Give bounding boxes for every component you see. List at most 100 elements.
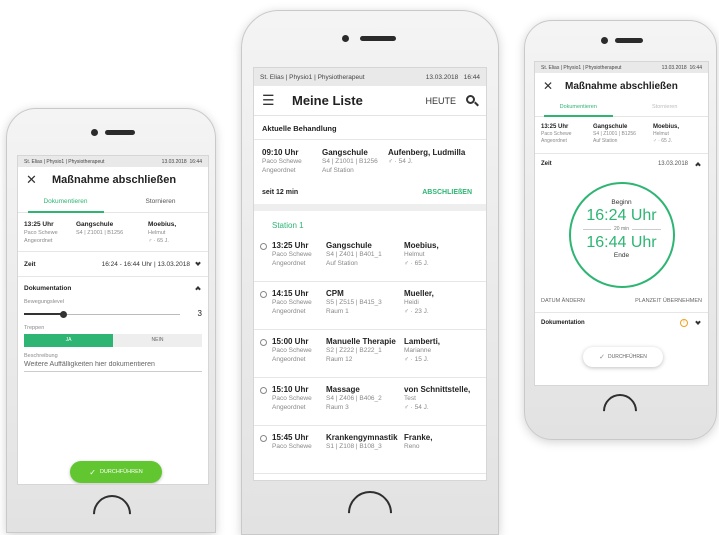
room-code: S4 | Z406 | B406_2 — [326, 395, 382, 402]
page-title: Maßnahme abschließen — [52, 174, 177, 186]
order-status: Angeordnet — [24, 238, 53, 244]
patient-first-name: Marianne — [404, 347, 432, 354]
begin-time[interactable]: 16:24 Uhr — [571, 206, 673, 225]
search-icon[interactable] — [466, 94, 479, 107]
documentation-header[interactable]: Dokumentation — [18, 277, 208, 299]
slider-thumb[interactable] — [60, 311, 67, 318]
home-button[interactable] — [595, 386, 645, 436]
time-actions: DATUM ÄNDERN PLANZEIT ÜBERNEHMEN — [535, 288, 708, 312]
order-status: Angeordnet — [272, 356, 306, 363]
order-status: Angeordnet — [262, 167, 296, 174]
documentation-header[interactable]: Dokumentation ! — [535, 313, 708, 333]
end-time[interactable]: 16:44 Uhr — [571, 233, 673, 252]
today-button[interactable]: HEUTE — [425, 96, 456, 106]
treatment-list: 13:25 Uhr Paco Schewe Angeordnet Gangschule… — [254, 234, 486, 474]
status-org: St. Elias | Physio1 | Physiotherapeut — [260, 73, 365, 81]
tab-dokumentieren[interactable]: Dokumentieren — [535, 99, 622, 117]
list-item[interactable]: 15:10 Uhr Paco Schewe Angeordnet Massage S4 … — [254, 378, 486, 426]
chevron-up-icon[interactable] — [695, 162, 701, 168]
slider-value: 3 — [197, 309, 202, 318]
chevron-down-icon[interactable] — [695, 319, 701, 325]
menu-icon[interactable]: ☰ — [262, 92, 292, 109]
duration-label: 20 min — [614, 226, 630, 232]
finish-button[interactable]: ABSCHLIEßEN — [422, 189, 472, 196]
current-treatment-card[interactable]: 09:10 Uhr Paco Schewe Angeordnet Gangsch… — [254, 140, 486, 175]
perform-button[interactable]: ✓ DURCHFÜHREN — [583, 347, 663, 367]
patient-age: ♂ · 65 J. — [653, 138, 673, 144]
patient-name: Moebius, — [404, 241, 439, 250]
visit-icon — [260, 387, 267, 394]
appointment-time: 13:25 Uhr — [541, 124, 569, 130]
movement-slider[interactable]: 3 — [24, 305, 202, 323]
room-code: S4 | Z1001 | B1256 — [593, 131, 636, 137]
close-icon[interactable]: ✕ — [26, 172, 46, 188]
app-bar: ✕ Maßnahme abschließen — [535, 73, 708, 99]
tab-stornieren[interactable]: Stornieren — [113, 193, 208, 212]
take-plan-time-button[interactable]: PLANZEIT ÜBERNEHMEN — [635, 298, 702, 304]
order-status: Angeordnet — [272, 404, 306, 411]
home-button[interactable] — [85, 487, 139, 535]
appointment-summary: 13:25 Uhr Paco Schewe Angeordnet Gangsch… — [535, 117, 708, 153]
change-date-button[interactable]: DATUM ÄNDERN — [541, 298, 585, 304]
visit-icon — [260, 339, 267, 346]
visit-icon — [260, 243, 267, 250]
status-bar: St. Elias | Physio1 | Physiotherapeut 13… — [18, 156, 208, 167]
treatment-name: Gangschule — [76, 221, 114, 228]
status-time: 16:44 — [189, 158, 202, 165]
status-bar: St. Elias | Physio1 | Physiotherapeut 13… — [254, 68, 486, 86]
tab-stornieren[interactable]: Stornieren — [622, 99, 709, 116]
chevron-up-icon[interactable] — [195, 286, 201, 292]
time-dial[interactable]: Beginn 16:24 Uhr 20 min 16:44 Uhr Ende — [568, 182, 675, 288]
patient-age: ♂ · 54 J. — [404, 404, 429, 411]
list-item[interactable]: 14:15 Uhr Paco Schewe Angeordnet CPM S5 | Z5… — [254, 282, 486, 330]
list-item[interactable]: 15:45 Uhr Paco Schewe Krankengymnastik S1 |… — [254, 426, 486, 474]
patient-age: ♂ · 65 J. — [404, 260, 429, 267]
room-code: S4 | Z401 | B401_1 — [326, 251, 382, 258]
therapist-name: Paco Schewe — [272, 299, 312, 306]
treatment-name: Gangschule — [326, 241, 372, 250]
chevron-down-icon[interactable] — [195, 260, 201, 266]
treatment-name: Gangschule — [593, 124, 628, 130]
begin-label: Beginn — [611, 199, 632, 206]
patient-name: von Schnittstelle, — [404, 385, 471, 394]
speaker-grille — [105, 130, 135, 135]
right-screen: St. Elias | Physio1 | Physiotherapeut 13… — [534, 61, 709, 386]
status-time: 16:44 — [689, 64, 702, 71]
time-row[interactable]: Zeit 13.03.2018 — [535, 154, 708, 174]
room-code: S4 | Z1001 | B1256 — [76, 230, 124, 236]
documentation-label: Dokumentation — [541, 320, 585, 326]
station-header: Station 1 — [272, 221, 304, 230]
list-item[interactable]: 15:00 Uhr Paco Schewe Angeordnet Manuelle T… — [254, 330, 486, 378]
order-status: Angeordnet — [272, 260, 306, 267]
stairs-no-option[interactable]: NEIN — [113, 334, 202, 347]
status-org: St. Elias | Physio1 | Physiotherapeut — [24, 158, 105, 165]
status-date: 13.03.2018 — [425, 73, 459, 81]
appointment-summary: 13:25 Uhr Paco Schewe Angeordnet Gangsch… — [18, 213, 208, 251]
room-code: S4 | Z1001 | B1256 — [322, 158, 378, 165]
description-label: Beschreibung — [24, 353, 58, 359]
description-field[interactable]: Weitere Auffälligkeiten hier dokumentier… — [24, 361, 202, 372]
status-date: 13.03.2018 — [661, 64, 687, 71]
perform-button[interactable]: ✓ DURCHFÜHREN — [70, 461, 162, 483]
stairs-yes-option[interactable]: JA — [24, 334, 113, 347]
order-status: Angeordnet — [541, 138, 567, 144]
current-treatment-actions: seit 12 min ABSCHLIEßEN — [254, 175, 486, 204]
section-separator — [254, 204, 486, 211]
front-camera — [601, 37, 608, 44]
patient-age: ♂ · 54 J. — [388, 158, 413, 165]
close-icon[interactable]: ✕ — [543, 79, 561, 93]
page-title: Maßnahme abschließen — [565, 80, 678, 92]
treatment-name: Krankengymnastik — [326, 433, 398, 442]
time-label: Zeit — [24, 260, 36, 268]
left-screen: St. Elias | Physio1 | Physiotherapeut 13… — [17, 155, 209, 485]
appointment-time: 09:10 Uhr — [262, 148, 299, 157]
tab-dokumentieren[interactable]: Dokumentieren — [18, 193, 113, 213]
location: Auf Station — [322, 167, 354, 174]
list-item[interactable]: 13:25 Uhr Paco Schewe Angeordnet Gangschule… — [254, 234, 486, 282]
home-button[interactable] — [338, 481, 402, 535]
status-bar: St. Elias | Physio1 | Physiotherapeut 13… — [535, 62, 708, 73]
patient-age: ♂ · 15 J. — [404, 356, 429, 363]
status-time: 16:44 — [463, 73, 480, 81]
patient-age: ♂ · 23 J. — [404, 308, 429, 315]
time-row[interactable]: Zeit 16:24 - 16:44 Uhr | 13.03.2018 — [18, 252, 208, 276]
